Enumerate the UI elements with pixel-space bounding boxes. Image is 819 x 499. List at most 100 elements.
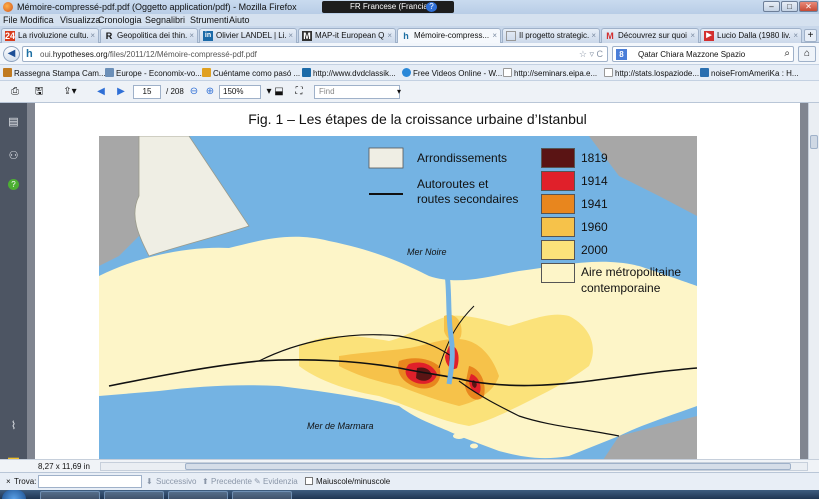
home-button[interactable]: ⌂ — [798, 46, 816, 62]
url-text: oui.hypotheses.org/files/2011/12/Mémoire… — [40, 50, 257, 59]
share-icon[interactable]: ⇪▾ — [60, 85, 80, 99]
document-viewer[interactable]: Fig. 1 – Les étapes de la croissance urb… — [27, 103, 808, 459]
legend-swatch-metropolitan — [541, 263, 575, 283]
zoom-select[interactable]: 150% — [219, 85, 261, 99]
help-icon[interactable]: ? — [426, 2, 437, 12]
print-icon[interactable]: ⎙ — [8, 85, 22, 99]
tab-label: Olivier LANDEL | Li... — [216, 31, 286, 40]
vertical-scrollbar[interactable] — [808, 103, 819, 459]
taskbar-item[interactable] — [104, 491, 164, 499]
find-close-icon[interactable]: × — [6, 477, 11, 486]
tab-close-icon[interactable]: × — [690, 31, 695, 40]
start-button[interactable] — [2, 490, 26, 499]
find-previous-icon[interactable]: ⬆ — [202, 477, 209, 486]
tab-rivoluzione[interactable]: 24 La rivoluzione cultu... × — [1, 28, 99, 43]
menu-segnalibri[interactable]: Segnalibri — [145, 15, 185, 25]
legend-label-arrondissements: Arrondissements — [417, 151, 508, 165]
previous-page-icon[interactable]: ◀ — [94, 85, 108, 99]
bookmark-stats-lospazio[interactable]: http://stats.lospaziode... — [604, 68, 699, 78]
help-circle-icon[interactable]: ? — [8, 179, 19, 190]
menu-cronologia[interactable]: Cronologia — [98, 15, 142, 25]
save-icon[interactable]: 🖫 — [32, 85, 46, 99]
match-case-label[interactable]: Maiuscole/minuscole — [316, 477, 390, 486]
taskbar-item[interactable] — [232, 491, 292, 499]
bookmark-icon — [302, 68, 311, 77]
highlight-icon[interactable]: ✎ — [254, 477, 261, 486]
tab-lucio-dalla[interactable]: ▶ Lucio Dalla (1980 liv... × — [700, 28, 802, 43]
legend-swatch-1960 — [541, 217, 575, 237]
vertical-scroll-thumb[interactable] — [810, 135, 818, 149]
page-number-input[interactable]: 15 — [133, 85, 161, 99]
tab-label: Il progetto strategic... — [519, 31, 589, 40]
find-previous-button[interactable]: Precedente — [211, 477, 252, 486]
tab-memoire[interactable]: h Mémoire-compress... × — [397, 28, 501, 44]
tab-label: Découvrez sur quoi ... — [618, 31, 688, 40]
bookmark-free-videos[interactable]: Free Videos Online - W... — [402, 68, 502, 78]
tab-favicon: R — [105, 31, 113, 41]
pdf-sidebar: ▤ ⚇ ? ⌇ ▬ — [0, 103, 27, 464]
bookmark-noisefromamerika[interactable]: noiseFromAmeriKa : H... — [700, 68, 799, 78]
find-input[interactable] — [38, 475, 142, 488]
tab-close-icon[interactable]: × — [90, 31, 95, 40]
pdf-page: Fig. 1 – Les étapes de la croissance urb… — [35, 103, 800, 459]
tab-map-it[interactable]: M MAP-it European Q... × — [298, 28, 396, 43]
find-highlight-button[interactable]: Evidenzia — [263, 477, 298, 486]
find-next-button[interactable]: Successivo — [156, 477, 196, 486]
back-button[interactable]: ◀ — [3, 46, 20, 62]
tab-close-icon[interactable]: × — [492, 31, 497, 40]
menu-modifica[interactable]: Modifica — [20, 15, 54, 25]
firefox-icon[interactable] — [3, 2, 13, 12]
search-bar[interactable]: 8 Qatar Chiara Mazzone Spazio ⌕ — [612, 46, 794, 62]
bookmark-seminars-eipa[interactable]: http://seminars.eipa.e... — [503, 68, 597, 78]
binoculars-icon[interactable]: ⚇ — [7, 149, 20, 163]
new-tab-button[interactable]: + — [804, 29, 817, 42]
island — [453, 433, 465, 439]
taskbar-item[interactable] — [168, 491, 228, 499]
tab-close-icon[interactable]: × — [591, 31, 596, 40]
bookmark-cuentame[interactable]: Cuéntame como pasó ... — [202, 68, 300, 78]
horizontal-scrollbar[interactable] — [100, 462, 808, 471]
horizontal-scroll-thumb[interactable] — [185, 463, 791, 470]
tab-label: Lucio Dalla (1980 liv... — [717, 31, 791, 40]
address-bar[interactable]: h oui.hypotheses.org/files/2011/12/Mémoi… — [22, 46, 608, 62]
menu-visualizza[interactable]: Visualizza — [60, 15, 100, 25]
bookmark-star-icon[interactable]: ☆ ▿ C — [579, 49, 603, 60]
taskbar-item[interactable] — [40, 491, 100, 499]
maximize-button[interactable]: □ — [781, 1, 798, 12]
menu-file[interactable]: File — [3, 15, 18, 25]
tab-favicon: M — [606, 31, 614, 41]
bookmark-europe-economix[interactable]: Europe - Economix-vo... — [105, 68, 202, 78]
tab-label: MAP-it European Q... — [315, 31, 385, 40]
pdf-status-row: 8,27 x 11,69 in — [0, 459, 819, 472]
tab-close-icon[interactable]: × — [189, 31, 194, 40]
legend-swatch-2000 — [541, 240, 575, 260]
match-case-checkbox[interactable] — [305, 477, 313, 485]
google-icon[interactable]: 8 — [616, 49, 627, 60]
bookmark-rassegna[interactable]: Rassegna Stampa Cam... — [3, 68, 106, 78]
zoom-out-icon[interactable]: ⊖ — [187, 85, 201, 99]
tab-close-icon[interactable]: × — [793, 31, 798, 40]
attachment-icon[interactable]: ⌇ — [7, 419, 20, 433]
next-page-icon[interactable]: ▶ — [114, 85, 128, 99]
tab-decouvrez[interactable]: M Découvrez sur quoi ... × — [601, 28, 699, 43]
fit-page-icon[interactable]: ⛶ — [292, 85, 306, 99]
tab-geopolitica[interactable]: R Geopolitica dei thin... × — [100, 28, 198, 43]
menu-aiuto[interactable]: Aiuto — [229, 15, 250, 25]
pdf-find-input[interactable]: Find — [314, 85, 400, 99]
menu-strumenti[interactable]: Strumenti — [190, 15, 229, 25]
page-thumbnails-icon[interactable]: ▤ — [7, 115, 20, 129]
find-next-icon[interactable]: ⬇ — [146, 477, 153, 486]
close-window-button[interactable]: ✕ — [799, 1, 818, 12]
tab-olivier-landel[interactable]: in Olivier LANDEL | Li... × — [199, 28, 297, 43]
find-dropdown-icon[interactable]: ▾ — [392, 85, 406, 99]
search-icon[interactable]: ⌕ — [784, 48, 790, 59]
bookmark-dvdclassik[interactable]: http://www.dvdclassik... — [302, 68, 396, 78]
tab-progetto[interactable]: Il progetto strategic... × — [502, 28, 600, 43]
minimize-button[interactable]: – — [763, 1, 780, 12]
site-identity-icon[interactable]: h — [26, 48, 33, 60]
fit-width-icon[interactable]: ⬓ — [272, 85, 286, 99]
tab-close-icon[interactable]: × — [288, 31, 293, 40]
tab-close-icon[interactable]: × — [387, 31, 392, 40]
zoom-in-icon[interactable]: ⊕ — [203, 85, 217, 99]
language-bar[interactable]: FR Francese (Francia) ? — [322, 1, 454, 13]
